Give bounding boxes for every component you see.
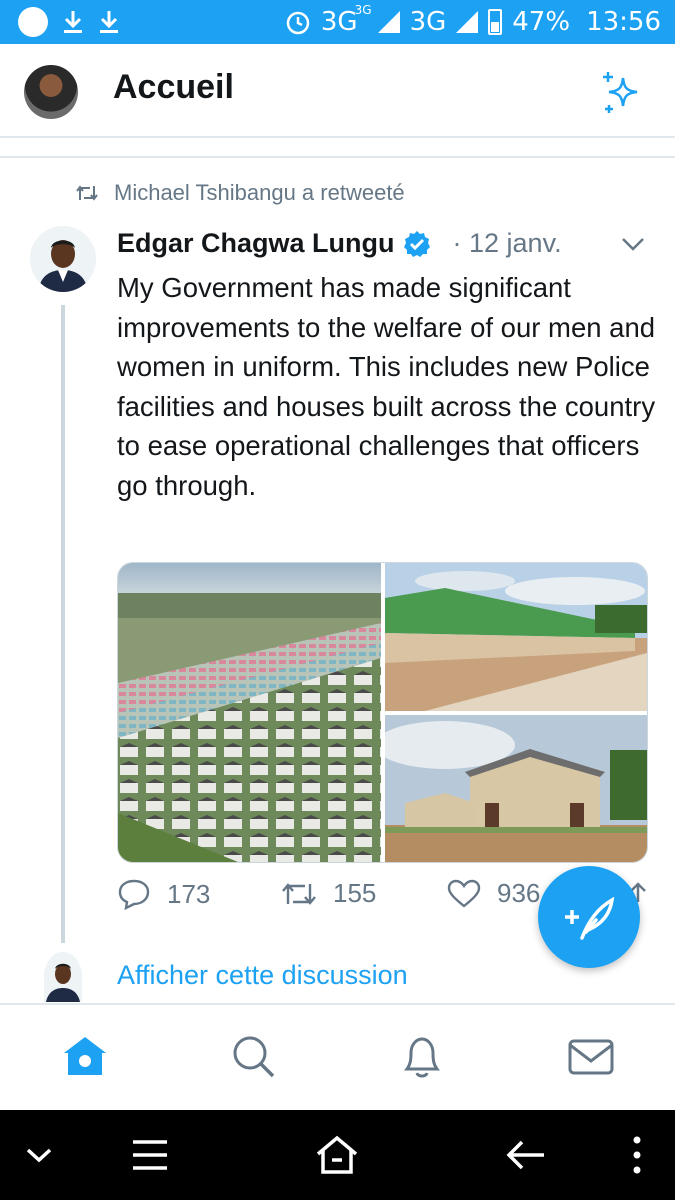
signal-icon [456,11,479,33]
notifications-icon[interactable] [397,1031,447,1081]
reply-action[interactable]: 173 [117,878,210,910]
like-action[interactable]: 936 [447,878,540,909]
tweet-media-grid[interactable] [117,562,648,863]
system-navigation-bar [0,1110,675,1200]
author-avatar[interactable] [30,226,96,292]
retweet-icon [282,882,316,905]
status-bar: 3G 3G 3G 47% 13:56 [0,0,675,44]
menu-icon[interactable] [125,1132,175,1178]
home-outline-icon[interactable] [312,1132,362,1178]
download-icon [100,11,118,33]
chevron-down-icon[interactable] [621,236,645,252]
retweet-label: Michael Tshibangu a retweeté [114,180,405,205]
like-count: 936 [497,878,541,908]
reply-icon [118,879,150,910]
media-image-two-storey-houses[interactable] [385,715,647,862]
messages-icon[interactable] [566,1031,616,1081]
thread-line [61,305,65,943]
signal-icon [377,11,400,33]
retweet-count: 155 [333,878,377,908]
page-title: Accueil [113,68,234,106]
compose-feather-icon [565,896,615,940]
bottom-navigation [0,1003,675,1112]
network-label-2: 3G [409,7,447,37]
media-image-green-roof-houses[interactable] [385,563,647,711]
battery-icon [488,9,503,35]
search-icon[interactable] [228,1031,278,1081]
download-icon [64,11,82,33]
reply-count: 173 [167,878,211,909]
thread-author-avatar-image [44,952,82,1002]
media-image-aerial-housing[interactable] [118,563,381,862]
alarm-icon [286,11,310,35]
heart-icon [447,879,481,908]
more-icon[interactable] [612,1132,662,1178]
divider [0,156,675,158]
retweet-action[interactable]: 155 [281,878,376,909]
thread-author-avatar[interactable] [44,952,82,1002]
network-label: 3G 3G [320,3,372,37]
home-icon[interactable] [60,1031,110,1081]
author-name[interactable]: Edgar Chagwa Lungu [117,228,395,259]
clock: 13:56 [586,7,661,37]
battery-percent: 47% [512,7,571,37]
retweet-context[interactable]: Michael Tshibangu a retweeté [76,180,405,206]
app-header: Accueil [0,44,675,138]
verified-badge-icon [403,230,430,257]
author-avatar-image [30,226,96,292]
show-thread-link[interactable]: Afficher cette discussion [117,960,408,991]
chevron-down-icon[interactable] [14,1132,64,1178]
tweet-header: Edgar Chagwa Lungu · 12 janv. [117,228,562,259]
avatar[interactable] [24,65,78,119]
retweet-icon [76,185,98,201]
notification-dot-icon [18,7,48,37]
compose-tweet-button[interactable] [538,866,640,968]
tweet-text: My Government has made significant impro… [117,272,656,501]
back-icon[interactable] [500,1132,550,1178]
tweet-date[interactable]: · 12 janv. [453,228,562,259]
sparkle-icon[interactable] [599,70,643,114]
